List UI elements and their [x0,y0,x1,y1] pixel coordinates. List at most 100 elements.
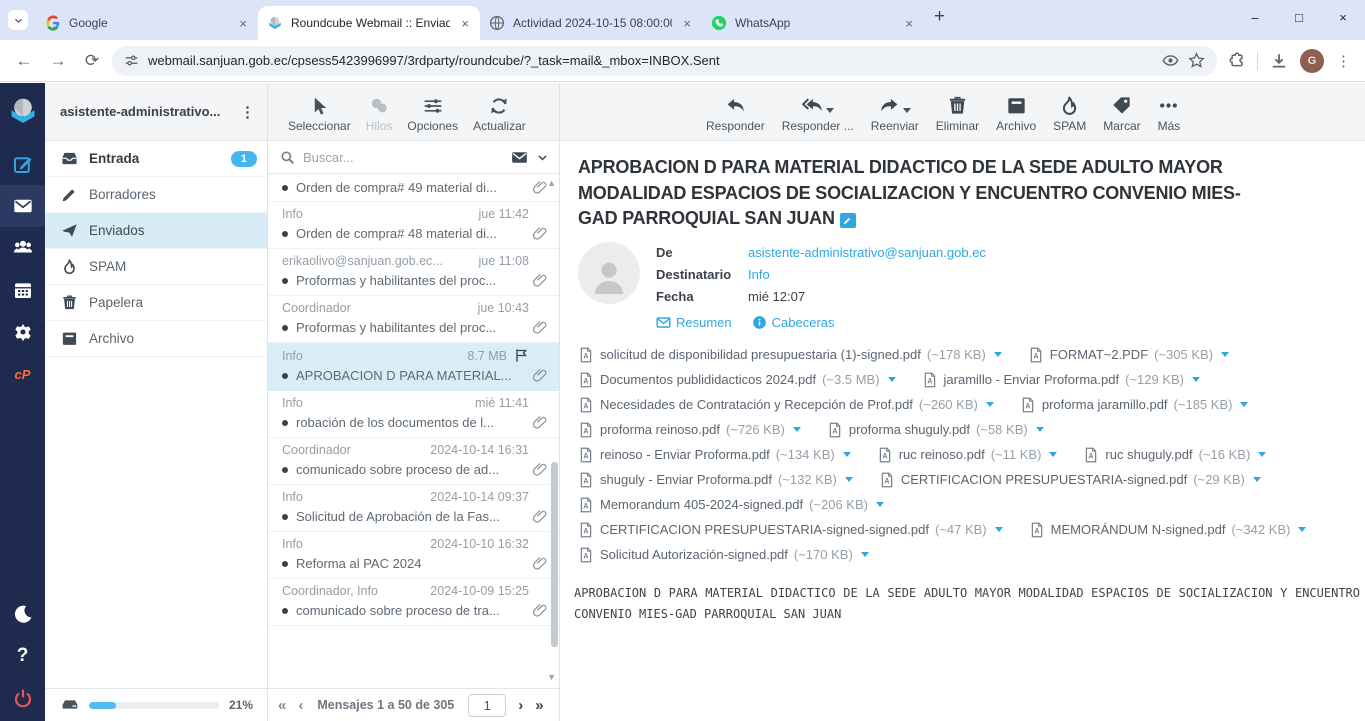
account-menu-icon[interactable]: ⋮ [236,103,259,121]
from-address[interactable]: asistente-administrativo@sanjuan.gob.ec [748,242,986,264]
tab-close-icon[interactable]: × [458,16,472,31]
folder-item-borradores[interactable]: Borradores [45,177,267,213]
scrollbar-thumb[interactable] [551,462,558,647]
attachment-menu-caret-icon[interactable] [861,552,869,557]
reload-button[interactable]: ⟳ [78,47,106,75]
headers-link[interactable]: Cabeceras [752,315,835,330]
attachment-menu-caret-icon[interactable] [995,527,1003,532]
dropdown-caret-icon[interactable] [903,108,911,113]
help-icon[interactable]: ? [0,635,45,677]
profile-avatar[interactable]: G [1300,49,1324,73]
logout-icon[interactable] [0,677,45,719]
folder-item-enviados[interactable]: Enviados [45,213,267,249]
attachment-chip[interactable]: solicitud de disponibilidad presupuestar… [578,347,1002,363]
attachment-name[interactable]: ruc shuguly.pdf [1105,447,1192,462]
attachment-menu-caret-icon[interactable] [986,402,994,407]
preview-eye-icon[interactable] [1162,52,1179,69]
dropdown-caret-icon[interactable] [826,108,834,113]
flag-icon[interactable] [514,348,529,363]
attachment-name[interactable]: Necesidades de Contratación y Recepción … [600,397,913,412]
toolbar-button-actualizar[interactable]: Actualizar [473,96,526,133]
compose-button[interactable] [0,143,45,185]
attachment-menu-caret-icon[interactable] [1192,377,1200,382]
attachment-name[interactable]: CERTIFICACION PRESUPUESTARIA-signed-sign… [600,522,929,537]
attachment-chip[interactable]: CERTIFICACION PRESUPUESTARIA-signed-sign… [578,522,1003,538]
attachment-name[interactable]: Documentos publididacticos 2024.pdf [600,372,816,387]
folder-item-spam[interactable]: SPAM [45,249,267,285]
attachment-name[interactable]: proforma shuguly.pdf [849,422,970,437]
chrome-menu-icon[interactable]: ⋮ [1336,52,1351,70]
attachment-menu-caret-icon[interactable] [843,452,851,457]
message-list-item[interactable]: Info jue 11:42 Orden de compra# 48 mater… [268,202,559,249]
first-page-icon[interactable]: « [278,697,286,714]
search-scope-mail-icon[interactable] [511,149,528,166]
prev-page-icon[interactable]: ‹ [298,697,303,714]
attachment-chip[interactable]: ruc reinoso.pdf (~11 KB) [877,447,1058,463]
to-value[interactable]: Info [748,264,770,286]
folder-item-papelera[interactable]: Papelera [45,285,267,321]
tab-close-icon[interactable]: × [236,16,250,31]
mail-nav-button[interactable] [0,185,45,227]
attachment-name[interactable]: MEMORÁNDUM N-signed.pdf [1051,522,1226,537]
toolbar-button-m-s[interactable]: Más [1158,95,1181,133]
window-control-button[interactable]: – [1233,0,1277,34]
toolbar-button-eliminar[interactable]: Eliminar [936,95,979,133]
attachment-chip[interactable]: reinoso - Enviar Proforma.pdf (~134 KB) [578,447,851,463]
attachment-chip[interactable]: Memorandum 405-2024-signed.pdf (~206 KB) [578,497,884,513]
address-bar[interactable]: webmail.sanjuan.gob.ec/cpsess5423996997/… [112,46,1217,76]
window-control-button[interactable]: × [1321,0,1365,34]
message-list-item[interactable]: Coordinador jue 10:43 Proformas y habili… [268,296,559,343]
attachment-menu-caret-icon[interactable] [1258,452,1266,457]
attachment-chip[interactable]: FORMAT~2.PDF (~305 KB) [1028,347,1229,363]
toolbar-button-seleccionar[interactable]: Seleccionar [288,96,351,133]
window-control-button[interactable]: □ [1277,0,1321,34]
attachment-menu-caret-icon[interactable] [888,377,896,382]
attachment-chip[interactable]: jaramillo - Enviar Proforma.pdf (~129 KB… [922,372,1200,388]
next-page-icon[interactable]: › [518,697,523,714]
attachment-menu-caret-icon[interactable] [876,502,884,507]
message-list-item[interactable]: Info 2024-10-10 16:32 Reforma al PAC 202… [268,532,559,579]
new-tab-button[interactable]: + [934,6,945,28]
attachment-chip[interactable]: proforma shuguly.pdf (~58 KB) [827,422,1044,438]
attachment-chip[interactable]: MEMORÁNDUM N-signed.pdf (~342 KB) [1029,522,1307,538]
attachment-chip[interactable]: Solicitud Autorización-signed.pdf (~170 … [578,547,869,563]
dark-mode-icon[interactable] [0,593,45,635]
toolbar-button-marcar[interactable]: Marcar [1103,95,1140,133]
browser-tab[interactable]: Google × [36,6,258,40]
toolbar-button-spam[interactable]: SPAM [1053,95,1086,133]
extensions-icon[interactable] [1227,52,1245,70]
folder-item-archivo[interactable]: Archivo [45,321,267,357]
tab-close-icon[interactable]: × [680,16,694,31]
search-input[interactable] [303,150,503,165]
browser-tab[interactable]: Actividad 2024-10-15 08:00:00 × [480,6,702,40]
toolbar-button-responder[interactable]: Responder ... [782,95,854,133]
attachment-menu-caret-icon[interactable] [994,352,1002,357]
attachment-menu-caret-icon[interactable] [1253,477,1261,482]
message-list-item[interactable]: Coordinador, Info 2024-10-09 15:25 comun… [268,579,559,626]
contacts-nav-button[interactable] [0,227,45,269]
message-list-item[interactable]: Info 8.7 MB APROBACION D PARA MATERIAL..… [268,343,559,391]
attachment-name[interactable]: Solicitud Autorización-signed.pdf [600,547,788,562]
page-number-input[interactable]: 1 [468,694,506,717]
attachment-menu-caret-icon[interactable] [1298,527,1306,532]
attachment-chip[interactable]: ruc shuguly.pdf (~16 KB) [1083,447,1266,463]
summary-link[interactable]: Resumen [656,315,732,330]
url-text[interactable]: webmail.sanjuan.gob.ec/cpsess5423996997/… [148,53,1153,68]
attachment-chip[interactable]: shuguly - Enviar Proforma.pdf (~132 KB) [578,472,853,488]
attachment-name[interactable]: jaramillo - Enviar Proforma.pdf [944,372,1120,387]
attachment-menu-caret-icon[interactable] [1036,427,1044,432]
attachment-chip[interactable]: Documentos publididacticos 2024.pdf (~3.… [578,372,896,388]
toolbar-button-archivo[interactable]: Archivo [996,95,1036,133]
attachment-name[interactable]: proforma jaramillo.pdf [1042,397,1168,412]
forward-button[interactable]: → [44,47,72,75]
attachment-name[interactable]: CERTIFICACION PRESUPUESTARIA-signed.pdf [901,472,1187,487]
back-button[interactable]: ← [10,47,38,75]
browser-tab[interactable]: Roundcube Webmail :: Enviado: × [258,6,480,40]
browser-tab[interactable]: WhatsApp × [702,6,924,40]
downloads-icon[interactable] [1270,52,1288,70]
toolbar-button-reenviar[interactable]: Reenviar [871,95,919,133]
attachment-chip[interactable]: CERTIFICACION PRESUPUESTARIA-signed.pdf … [879,472,1261,488]
attachment-chip[interactable]: Necesidades de Contratación y Recepción … [578,397,994,413]
message-list-item[interactable]: Info 2024-10-14 09:37 Solicitud de Aprob… [268,485,559,532]
attachment-menu-caret-icon[interactable] [1221,352,1229,357]
